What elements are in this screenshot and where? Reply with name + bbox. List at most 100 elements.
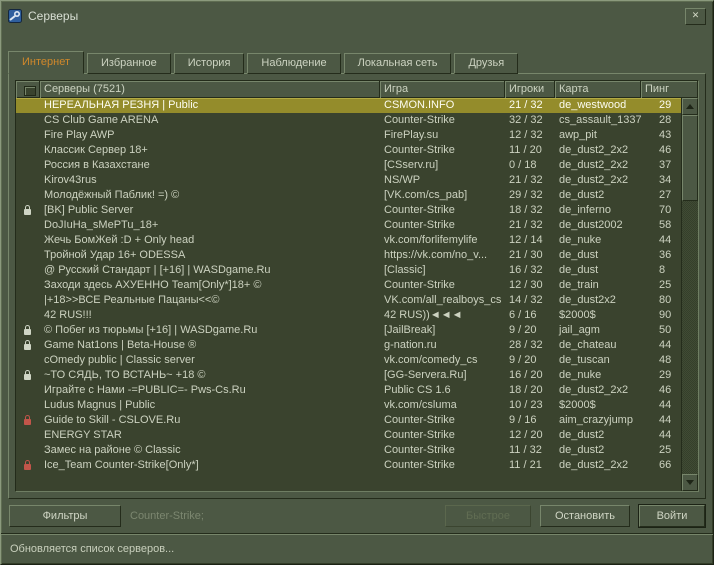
server-row[interactable]: ~ТО СЯДЬ, ТО ВСТАНЬ~ +18 © [GG-Servera.R…: [16, 368, 681, 383]
connect-button[interactable]: Войти: [638, 504, 706, 528]
column-header-ping[interactable]: Пинг: [641, 81, 698, 98]
tab-internet[interactable]: Интернет: [8, 51, 84, 74]
server-row[interactable]: Ludus Magnus | Public vk.com/csluma 10 /…: [16, 398, 681, 413]
column-header-servers[interactable]: Серверы (7521): [40, 81, 380, 98]
column-header-map[interactable]: Карта: [555, 81, 641, 98]
server-ping: 48: [659, 354, 672, 366]
server-row[interactable]: Game Nat1ons | Beta-House ® g-nation.ru …: [16, 338, 681, 353]
server-ping: 44: [659, 339, 672, 351]
server-name: Заходи здесь АХУЕННО Team[Only*]18+ ©: [44, 279, 262, 291]
tab-spectate[interactable]: Наблюдение: [247, 53, 341, 74]
server-row[interactable]: © Побег из тюрьмы [+16] | WASDgame.Ru [J…: [16, 323, 681, 338]
server-list: НЕРЕАЛЬНАЯ РЕЗНЯ | Public CSMON.INFO 21 …: [16, 98, 681, 491]
server-map: de_dust2_2x2: [559, 174, 629, 186]
stop-button[interactable]: Остановить: [540, 505, 630, 527]
server-map: de_dust: [559, 264, 599, 276]
arrow-down-icon: [686, 480, 694, 485]
server-map: de_dust2_2x2: [559, 159, 629, 171]
server-game: Counter-Strike: [384, 114, 455, 126]
column-header-game[interactable]: Игра: [380, 81, 505, 98]
server-map: de_tuscan: [559, 354, 610, 366]
server-game: vk.com/comedy_cs: [384, 354, 478, 366]
server-row[interactable]: Fire Play AWP FirePlay.su 12 / 32 awp_pi…: [16, 128, 681, 143]
lock-icon: [24, 460, 31, 470]
server-row[interactable]: Kirov43rus NS/WP 21 / 32 de_dust2_2x2 34: [16, 173, 681, 188]
server-game: Counter-Strike: [384, 429, 455, 441]
server-row[interactable]: Жечь БомЖей :D + Only head vk.com/forlif…: [16, 233, 681, 248]
server-row[interactable]: 42 RUS!!! 42 RUS))◄◄◄ 6 / 16 $2000$ 90: [16, 308, 681, 323]
server-ping: 28: [659, 114, 672, 126]
server-row[interactable]: |+18>>ВСЕ Реальные Пацаны<<© VK.com/all_…: [16, 293, 681, 308]
lock-icon: [24, 415, 31, 425]
server-name: 42 RUS!!!: [44, 309, 92, 321]
scroll-down-button[interactable]: [682, 474, 698, 491]
server-row[interactable]: Классик Сервер 18+ Counter-Strike 11 / 2…: [16, 143, 681, 158]
server-game: vk.com/forlifemylife: [384, 234, 478, 246]
server-row[interactable]: Играйте с Нами -=PUBLIC=- Pws-Cs.Ru Publ…: [16, 383, 681, 398]
server-ping: 25: [659, 444, 672, 456]
server-row[interactable]: CS Club Game ARENA Counter-Strike 32 / 3…: [16, 113, 681, 128]
server-row[interactable]: Ice_Team Counter-Strike[Only*] Counter-S…: [16, 458, 681, 473]
tab-history[interactable]: История: [173, 53, 245, 74]
server-row[interactable]: ENERGY STAR Counter-Strike 12 / 20 de_du…: [16, 428, 681, 443]
server-row[interactable]: Guide to Skill - CSLOVE.Ru Counter-Strik…: [16, 413, 681, 428]
server-players: 11 / 32: [509, 444, 542, 456]
lock-icon: [24, 370, 31, 380]
server-map: de_dust2x2: [559, 294, 616, 306]
server-name: @ Русский Стандарт | [+16] | WASDgame.Ru: [44, 264, 271, 276]
server-game: Counter-Strike: [384, 459, 455, 471]
server-ping: 25: [659, 279, 672, 291]
close-button[interactable]: ✕: [685, 7, 706, 25]
server-row[interactable]: DoJIuHa_sMePTu_18+ Counter-Strike 21 / 3…: [16, 218, 681, 233]
server-players: 9 / 16: [509, 414, 537, 426]
server-row[interactable]: Тройной Удар 16+ ODESSA https://vk.com/n…: [16, 248, 681, 263]
lock-icon: [24, 325, 31, 335]
server-ping: 8: [659, 264, 666, 276]
server-game: Counter-Strike: [384, 144, 455, 156]
server-row[interactable]: НЕРЕАЛЬНАЯ РЕЗНЯ | Public CSMON.INFO 21 …: [16, 98, 681, 113]
tab-friends[interactable]: Друзья: [454, 53, 519, 74]
servers-window: Серверы ✕ Интернет Избранное История Наб…: [0, 0, 714, 565]
tab-favorites[interactable]: Избранное: [87, 53, 171, 74]
server-players: 11 / 20: [509, 144, 542, 156]
server-row[interactable]: Молодёжный Паблик! =) © [VK.com/cs_pab] …: [16, 188, 681, 203]
scroll-up-button[interactable]: [682, 98, 698, 115]
server-players: 6 / 16: [509, 309, 537, 321]
footer-toolbar: Фильтры Counter-Strike; Быстрое Останови…: [1, 499, 713, 533]
column-header-icons[interactable]: [16, 81, 40, 98]
server-game: Public CS 1.6: [384, 384, 451, 396]
server-map: de_dust2_2x2: [559, 384, 629, 396]
server-map: de_westwood: [559, 99, 627, 111]
tab-lan[interactable]: Локальная сеть: [343, 53, 452, 74]
server-map: de_chateau: [559, 339, 617, 351]
server-row[interactable]: @ Русский Стандарт | [+16] | WASDgame.Ru…: [16, 263, 681, 278]
quick-button[interactable]: Быстрое: [445, 505, 531, 527]
server-name: © Побег из тюрьмы [+16] | WASDgame.Ru: [44, 324, 258, 336]
server-map: de_dust2: [559, 444, 605, 456]
server-name: cOmedy public | Classic server: [44, 354, 195, 366]
server-map: de_dust2: [559, 429, 605, 441]
server-row[interactable]: cOmedy public | Classic server vk.com/co…: [16, 353, 681, 368]
server-name: НЕРЕАЛЬНАЯ РЕЗНЯ | Public: [44, 99, 199, 111]
server-row[interactable]: [BK] Public Server Counter-Strike 18 / 3…: [16, 203, 681, 218]
server-row[interactable]: Замес на районе © Classic Counter-Strike…: [16, 443, 681, 458]
server-row[interactable]: Заходи здесь АХУЕННО Team[Only*]18+ © Co…: [16, 278, 681, 293]
scrollbar-track[interactable]: [682, 115, 698, 474]
server-game: [GG-Servera.Ru]: [384, 369, 467, 381]
server-name: ENERGY STAR: [44, 429, 122, 441]
filters-button[interactable]: Фильтры: [9, 505, 121, 527]
scrollbar[interactable]: [681, 98, 698, 491]
server-game: g-nation.ru: [384, 339, 437, 351]
server-name: Играйте с Нами -=PUBLIC=- Pws-Cs.Ru: [44, 384, 246, 396]
server-game: Counter-Strike: [384, 279, 455, 291]
column-header-players[interactable]: Игроки: [505, 81, 555, 98]
server-row[interactable]: Россия в Казахстане [CSserv.ru] 0 / 18 d…: [16, 158, 681, 173]
server-game: [JailBreak]: [384, 324, 436, 336]
server-players: 12 / 30: [509, 279, 543, 291]
server-name: CS Club Game ARENA: [44, 114, 159, 126]
status-text: Обновляется список серверов...: [10, 543, 175, 555]
filter-summary: Counter-Strike;: [130, 510, 204, 522]
scrollbar-thumb[interactable]: [682, 115, 698, 201]
server-list-control: Серверы (7521) Игра Игроки Карта Пинг НЕ…: [15, 80, 699, 492]
server-ping: 44: [659, 429, 672, 441]
